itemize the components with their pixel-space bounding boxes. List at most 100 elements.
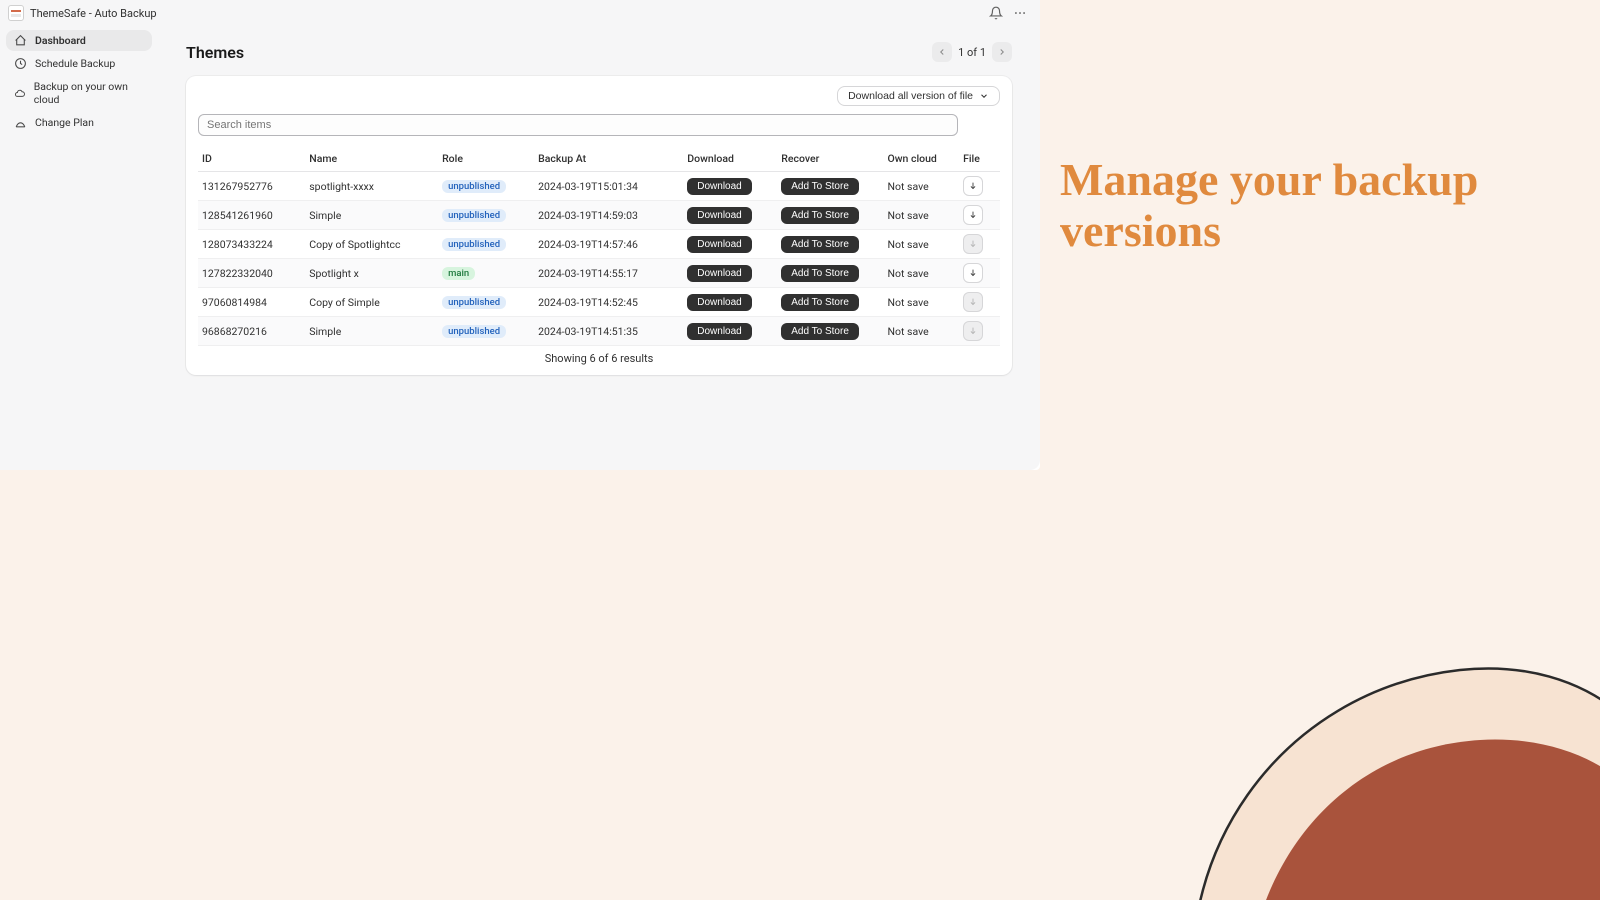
cell-backup: 2024-03-19T15:01:34 [534,172,683,201]
file-download-icon[interactable] [963,263,983,283]
role-badge: unpublished [442,296,506,309]
col-role: Role [438,146,534,172]
sidebar-item-schedule[interactable]: Schedule Backup [6,53,152,74]
add-to-store-button[interactable]: Add To Store [781,265,859,282]
file-download-icon [963,292,983,312]
cell-recover: Add To Store [777,172,883,201]
cell-backup: 2024-03-19T14:55:17 [534,259,683,288]
add-to-store-button[interactable]: Add To Store [781,323,859,340]
cell-download: Download [683,201,777,230]
col-download: Download [683,146,777,172]
col-backup: Backup At [534,146,683,172]
download-button[interactable]: Download [687,178,751,195]
cell-name: Spotlight x [305,259,438,288]
cell-name: Copy of Spotlightcc [305,230,438,259]
cell-download: Download [683,317,777,346]
sidebar-item-label: Dashboard [35,34,86,47]
clock-icon [14,57,27,70]
file-download-icon[interactable] [963,176,983,196]
sidebar-item-change-plan[interactable]: Change Plan [6,112,152,133]
col-name: Name [305,146,438,172]
cell-name: Simple [305,201,438,230]
cell-id: 131267952776 [198,172,305,201]
download-button[interactable]: Download [687,294,751,311]
download-button[interactable]: Download [687,265,751,282]
cell-download: Download [683,288,777,317]
cell-owncloud: Not save [884,201,960,230]
table-row: 128541261960Simpleunpublished2024-03-19T… [198,201,1000,230]
main-content: Themes 1 of 1 Download all version of fi… [158,0,1040,470]
cell-backup: 2024-03-19T14:52:45 [534,288,683,317]
app-logo-icon [8,5,24,21]
download-button[interactable]: Download [687,323,751,340]
cell-id: 97060814984 [198,288,305,317]
cell-owncloud: Not save [884,172,960,201]
pager-text: 1 of 1 [958,46,986,59]
sidebar-item-label: Backup on your own cloud [34,80,144,106]
cell-name: Copy of Simple [305,288,438,317]
cell-file [959,201,1000,230]
table-row: 131267952776spotlight-xxxxunpublished202… [198,172,1000,201]
promo-line2: versions [1060,205,1221,256]
download-all-button[interactable]: Download all version of file [837,86,1000,106]
col-recover: Recover [777,146,883,172]
table-row: 128073433224Copy of Spotlightccunpublish… [198,230,1000,259]
pager-prev[interactable] [932,42,952,62]
table-footer: Showing 6 of 6 results [198,346,1000,367]
add-to-store-button[interactable]: Add To Store [781,178,859,195]
cell-file [959,288,1000,317]
sidebar-item-label: Schedule Backup [35,57,115,70]
download-all-label: Download all version of file [848,90,973,102]
cell-id: 96868270216 [198,317,305,346]
cell-owncloud: Not save [884,230,960,259]
cell-backup: 2024-03-19T14:59:03 [534,201,683,230]
table-row: 97060814984Copy of Simple unpublished 2024… [198,288,1000,317]
cell-backup: 2024-03-19T14:51:35 [534,317,683,346]
chevron-down-icon [979,91,989,101]
col-id: ID [198,146,305,172]
cell-file [959,259,1000,288]
pagination: 1 of 1 [932,42,1012,62]
notification-icon[interactable] [984,1,1008,25]
sidebar-item-own-cloud[interactable]: Backup on your own cloud [6,76,152,110]
table-header-row: ID Name Role Backup At Download Recover … [198,146,1000,172]
chevron-right-icon [997,47,1007,57]
decorative-blob [1120,480,1600,900]
add-to-store-button[interactable]: Add To Store [781,207,859,224]
cell-role: unpublished [438,172,534,201]
col-file: File [959,146,1000,172]
home-icon [14,34,27,47]
cell-download: Download [683,259,777,288]
cell-id: 128073433224 [198,230,305,259]
cell-owncloud: Not save [884,288,960,317]
sidebar-item-dashboard[interactable]: Dashboard [6,30,152,51]
role-badge: unpublished [442,325,506,338]
pager-next[interactable] [992,42,1012,62]
cell-file [959,317,1000,346]
sidebar: Dashboard Schedule Backup Backup on your… [0,0,158,470]
search-input[interactable] [198,114,958,136]
file-download-icon [963,234,983,254]
download-button[interactable]: Download [687,236,751,253]
col-owncloud: Own cloud [884,146,960,172]
page-header: Themes 1 of 1 [186,36,1012,76]
file-download-icon[interactable] [963,205,983,225]
add-to-store-button[interactable]: Add To Store [781,236,859,253]
cell-id: 128541261960 [198,201,305,230]
promo-line1: Manage your backup [1060,154,1478,205]
file-download-icon [963,321,983,341]
app-topbar: ThemeSafe - Auto Backup [0,0,1040,26]
more-icon[interactable] [1008,1,1032,25]
cell-owncloud: Not save [884,317,960,346]
cell-role: unpublished [438,317,534,346]
cell-role: unpublished [438,288,534,317]
cell-id: 127822332040 [198,259,305,288]
cell-role: unpublished [438,230,534,259]
cell-recover: Add To Store [777,230,883,259]
add-to-store-button[interactable]: Add To Store [781,294,859,311]
role-badge: unpublished [442,180,506,193]
chevron-left-icon [937,47,947,57]
app-title: ThemeSafe - Auto Backup [30,7,157,20]
table-row: 96868270216Simpleunpublished2024-03-19T1… [198,317,1000,346]
download-button[interactable]: Download [687,207,751,224]
